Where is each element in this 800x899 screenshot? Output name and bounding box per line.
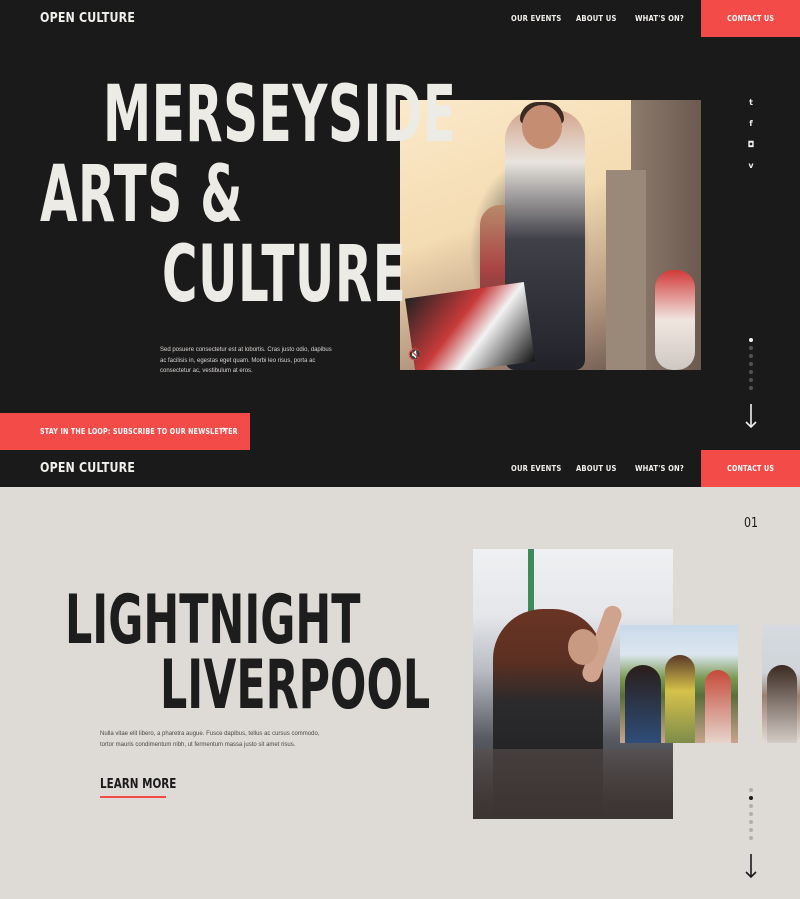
red-hair-figure bbox=[655, 270, 695, 370]
crowd-person-2 bbox=[665, 655, 695, 743]
pager-dot[interactable] bbox=[749, 788, 753, 792]
drum-shape bbox=[405, 282, 535, 370]
building-shape-2 bbox=[606, 170, 646, 370]
hero-description: Sed posuere consectetur est at lobortis.… bbox=[160, 347, 332, 374]
hero-title-line-1: MERSEYSIDE bbox=[103, 70, 457, 160]
site-logo-sticky[interactable]: OPEN CULTURE bbox=[40, 461, 135, 476]
chevron-right-icon: › bbox=[222, 424, 226, 436]
twitter-icon[interactable]: t bbox=[744, 98, 758, 107]
event-feature-section: 01 LIGHTNIGHT LIVERPOOL Nulla vitae elit… bbox=[0, 487, 800, 899]
pager-dot[interactable] bbox=[749, 370, 753, 374]
pager-dot[interactable] bbox=[749, 386, 753, 390]
pager-dot[interactable] bbox=[749, 804, 753, 808]
crowd-person-4 bbox=[767, 665, 797, 743]
event-description: Nulla vitae elit libero, a pharetra augu… bbox=[100, 731, 320, 748]
newsletter-subscribe-button[interactable]: STAY IN THE LOOP: SUBSCRIBE TO OUR NEWSL… bbox=[0, 413, 250, 450]
hero-title-line-2: ARTS & bbox=[40, 150, 244, 240]
hero-section: OPEN CULTURE OUR EVENTS ABOUT US WHAT'S … bbox=[0, 0, 800, 450]
vimeo-icon[interactable]: v bbox=[744, 161, 758, 170]
contact-us-button[interactable]: CONTACT US bbox=[701, 450, 800, 487]
learn-more-link[interactable]: LEARN MORE bbox=[100, 777, 176, 792]
crowd-person-1 bbox=[625, 665, 661, 743]
instagram-icon[interactable]: ◘ bbox=[744, 140, 758, 149]
sticky-navigation: OPEN CULTURE OUR EVENTS ABOUT US WHAT'S … bbox=[0, 450, 800, 487]
learn-more-underline bbox=[100, 796, 166, 798]
crowd-person-3 bbox=[705, 670, 731, 743]
crowd-shape bbox=[473, 749, 673, 819]
nav-link-about-us[interactable]: ABOUT US bbox=[576, 14, 617, 23]
scroll-down-arrow-icon[interactable] bbox=[744, 853, 758, 879]
pager-dot[interactable] bbox=[749, 346, 753, 350]
pager-dot[interactable] bbox=[749, 338, 753, 342]
hero-pager-dots bbox=[749, 338, 753, 394]
contact-us-button[interactable]: CONTACT US bbox=[701, 0, 800, 37]
nav-link-about-us[interactable]: ABOUT US bbox=[576, 464, 617, 473]
event-gallery-photo-2[interactable] bbox=[620, 625, 738, 743]
mute-icon[interactable]: 🔇 bbox=[408, 348, 424, 362]
performer-head bbox=[522, 105, 562, 149]
nav-link-whats-on[interactable]: WHAT'S ON? bbox=[635, 14, 684, 23]
newsletter-label: STAY IN THE LOOP: SUBSCRIBE TO OUR NEWSL… bbox=[40, 427, 238, 436]
pager-dot[interactable] bbox=[749, 362, 753, 366]
pager-dot[interactable] bbox=[749, 836, 753, 840]
pager-dot[interactable] bbox=[749, 378, 753, 382]
top-navigation: OPEN CULTURE OUR EVENTS ABOUT US WHAT'S … bbox=[0, 0, 800, 37]
facebook-icon[interactable]: f bbox=[744, 119, 758, 128]
nav-link-our-events[interactable]: OUR EVENTS bbox=[511, 464, 561, 473]
event-pager-dots bbox=[749, 788, 753, 844]
nav-link-whats-on[interactable]: WHAT'S ON? bbox=[635, 464, 684, 473]
scroll-down-arrow-icon[interactable] bbox=[744, 403, 758, 429]
site-logo[interactable]: OPEN CULTURE bbox=[40, 11, 135, 26]
nav-link-our-events[interactable]: OUR EVENTS bbox=[511, 14, 561, 23]
event-title-line-2: LIVERPOOL bbox=[160, 646, 431, 725]
pager-dot[interactable] bbox=[749, 796, 753, 800]
pager-dot[interactable] bbox=[749, 812, 753, 816]
pager-dot[interactable] bbox=[749, 828, 753, 832]
hero-title-line-3: CULTURE bbox=[162, 230, 407, 320]
event-gallery-photo-3[interactable] bbox=[762, 625, 800, 743]
pager-dot[interactable] bbox=[749, 354, 753, 358]
woman-face bbox=[568, 629, 598, 665]
event-title-line-1: LIGHTNIGHT bbox=[65, 581, 361, 660]
slide-number: 01 bbox=[744, 516, 759, 531]
pager-dot[interactable] bbox=[749, 820, 753, 824]
